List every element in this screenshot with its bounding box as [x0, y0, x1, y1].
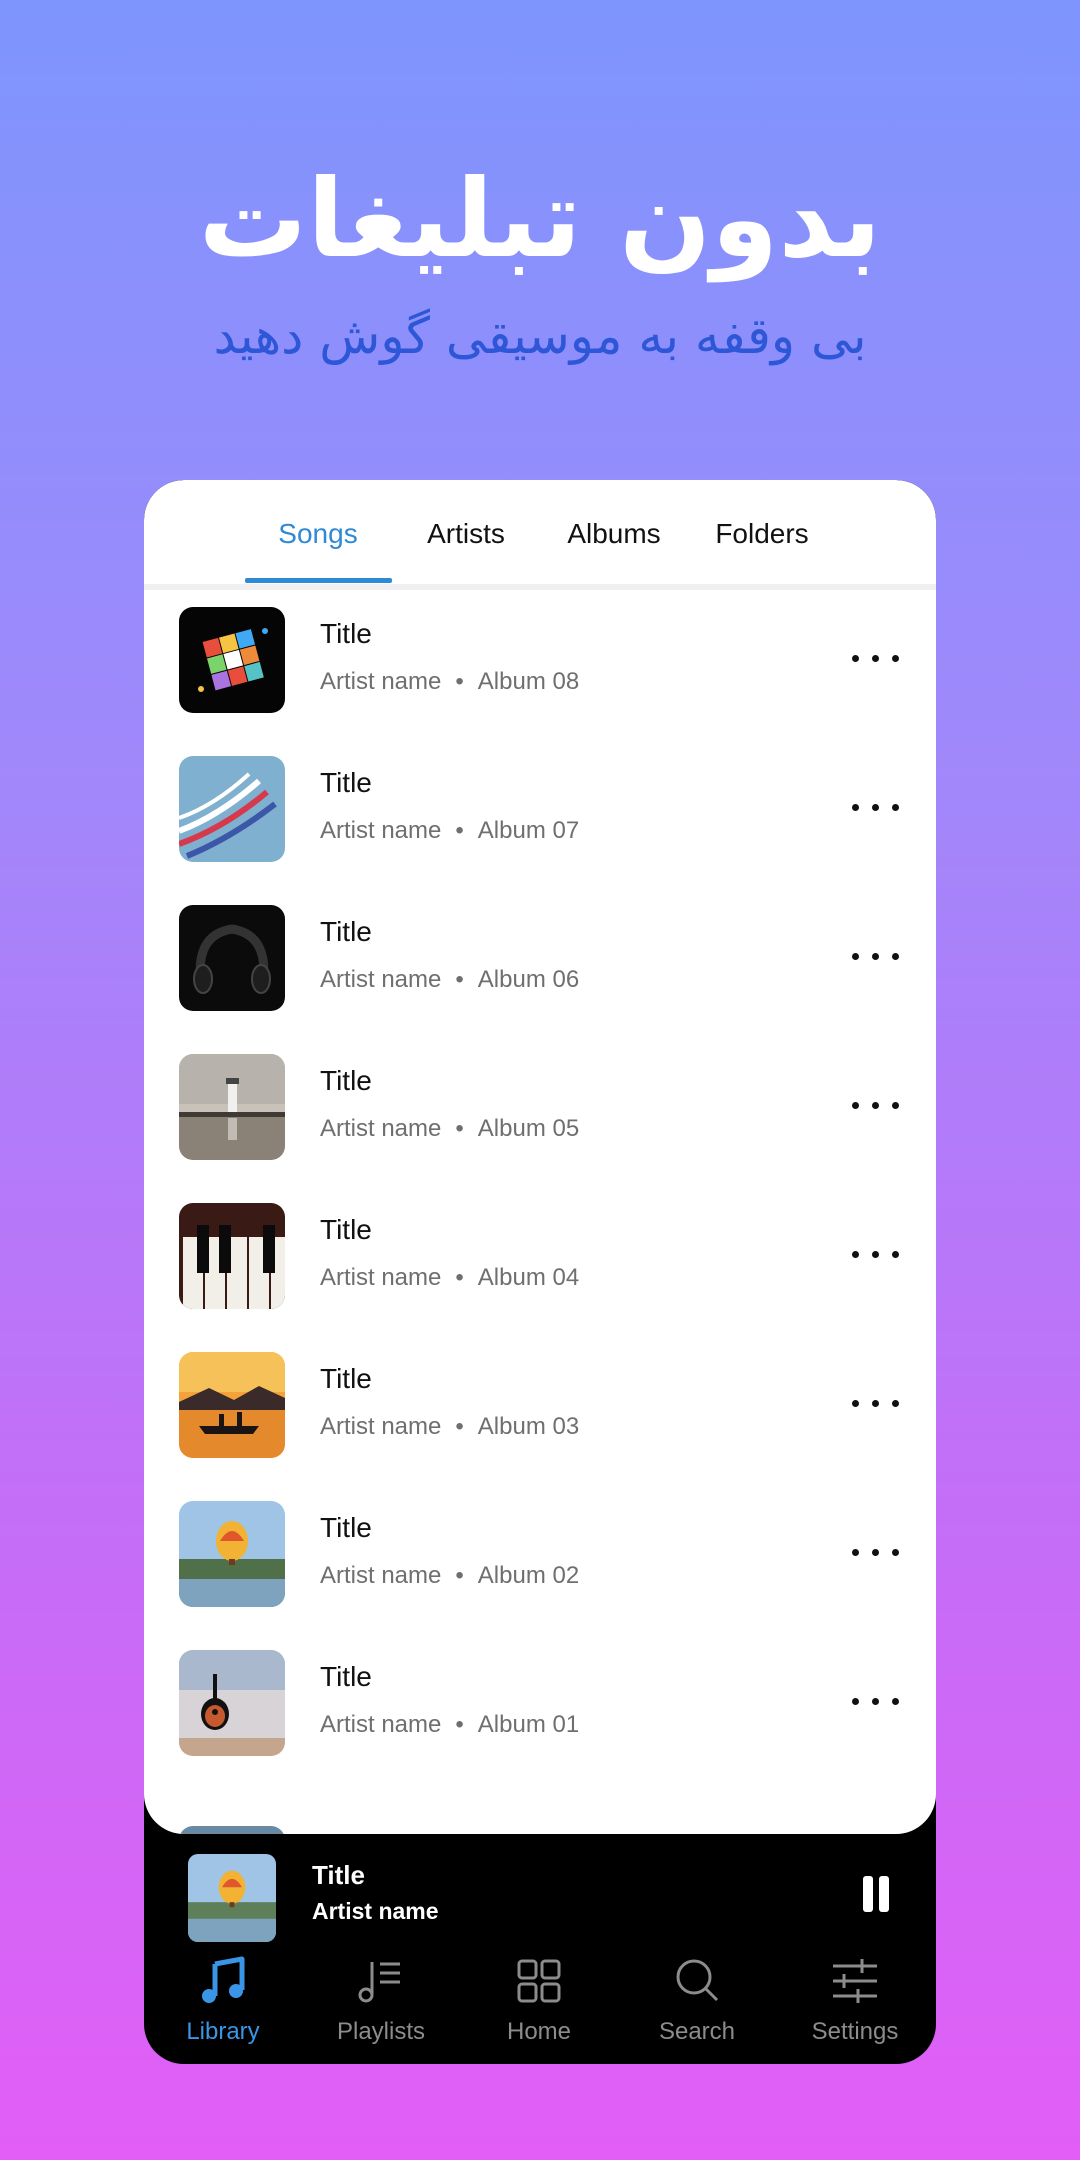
song-artist: Artist name [320, 966, 442, 993]
search-icon [676, 1959, 719, 2002]
album-artwork [179, 607, 285, 713]
tab-albums[interactable]: Albums [540, 480, 688, 584]
song-title: Title [320, 767, 372, 798]
song-title: Title [320, 618, 372, 649]
song-artist: Artist name [320, 1562, 442, 1589]
meta-separator: • [455, 1413, 464, 1440]
tab-bar: Songs Artists Albums Folders [144, 480, 936, 590]
album-artwork [179, 1054, 285, 1160]
album-artwork [179, 905, 285, 1011]
album-artwork [179, 1352, 285, 1458]
song-album: Album 05 [477, 1115, 580, 1142]
app-frame: Songs Artists Albums Folders Title Artist… [144, 480, 936, 2064]
pause-button[interactable] [859, 1876, 893, 1916]
song-meta: Artist name • Album 07 [320, 817, 579, 845]
album-artwork [179, 1650, 285, 1756]
song-row[interactable]: Title Artist name • Album 04 [144, 1186, 936, 1336]
album-artwork [179, 1203, 285, 1309]
library-panel: Songs Artists Albums Folders Title Artist… [144, 480, 936, 1834]
playlist-icon [358, 1962, 400, 2003]
song-album: Album 08 [477, 668, 580, 695]
nav-home-label: Home [506, 2018, 572, 2045]
song-artist: Artist name [320, 1115, 442, 1142]
song-meta: Artist name • Album 05 [320, 1115, 579, 1143]
meta-separator: • [455, 668, 464, 695]
more-options-icon[interactable] [852, 1388, 902, 1418]
grid-icon [517, 1959, 561, 2003]
nav-search[interactable]: Search [618, 1946, 776, 2064]
song-album: Album 02 [477, 1562, 580, 1589]
song-artist: Artist name [320, 1413, 442, 1440]
meta-separator: • [455, 1264, 464, 1291]
meta-separator: • [455, 817, 464, 844]
next-song-thumb-partial [179, 1826, 285, 1834]
song-artist: Artist name [320, 1264, 442, 1291]
now-playing-title: Title [312, 1860, 365, 1890]
meta-separator: • [455, 966, 464, 993]
nav-library[interactable]: Library [144, 1946, 302, 2064]
song-album: Album 07 [477, 817, 580, 844]
album-artwork [179, 1501, 285, 1607]
active-tab-indicator [245, 578, 392, 583]
hero-title: بدون تبلیغات [198, 157, 882, 282]
song-title: Title [320, 1512, 372, 1543]
meta-separator: • [455, 1562, 464, 1589]
hero-subtitle: بی وقفه به موسیقی گوش دهید [213, 307, 867, 365]
tab-songs[interactable]: Songs [244, 480, 392, 584]
more-options-icon[interactable] [852, 1239, 902, 1269]
sliders-icon [833, 1959, 877, 2003]
more-options-icon[interactable] [852, 941, 902, 971]
mini-player[interactable]: Title Artist name [144, 1834, 936, 1946]
music-note-icon [202, 1956, 245, 2003]
song-title: Title [320, 1214, 372, 1245]
song-album: Album 01 [477, 1711, 580, 1738]
now-playing-artist: Artist name [312, 1898, 439, 1924]
song-meta: Artist name • Album 01 [320, 1711, 579, 1739]
song-album: Album 03 [477, 1413, 580, 1440]
song-meta: Artist name • Album 06 [320, 966, 579, 994]
more-options-icon[interactable] [852, 1090, 902, 1120]
song-meta: Artist name • Album 04 [320, 1264, 579, 1292]
song-row[interactable]: Title Artist name • Album 02 [144, 1484, 936, 1634]
meta-separator: • [455, 1711, 464, 1738]
nav-library-label: Library [186, 2018, 260, 2045]
bottom-navigation: Library Playlists Home Search Settings [144, 1946, 936, 2064]
song-meta: Artist name • Album 02 [320, 1562, 579, 1590]
song-album: Album 06 [477, 966, 580, 993]
meta-separator: • [455, 1115, 464, 1142]
song-artist: Artist name [320, 817, 442, 844]
song-title: Title [320, 916, 372, 947]
song-album: Album 04 [477, 1264, 580, 1291]
song-row[interactable]: Title Artist name • Album 05 [144, 1037, 936, 1187]
nav-playlists[interactable]: Playlists [302, 1946, 460, 2064]
tab-folders[interactable]: Folders [688, 480, 836, 584]
nav-search-label: Search [658, 2018, 736, 2045]
tab-artists[interactable]: Artists [392, 480, 540, 584]
song-meta: Artist name • Album 03 [320, 1413, 579, 1441]
nav-settings[interactable]: Settings [776, 1946, 934, 2064]
more-options-icon[interactable] [852, 643, 902, 673]
nav-settings-label: Settings [811, 2018, 899, 2045]
now-playing-artwork [188, 1854, 276, 1942]
more-options-icon[interactable] [852, 792, 902, 822]
song-artist: Artist name [320, 1711, 442, 1738]
song-artist: Artist name [320, 668, 442, 695]
song-row[interactable]: Title Artist name • Album 06 [144, 888, 936, 1038]
song-meta: Artist name • Album 08 [320, 668, 579, 696]
song-title: Title [320, 1661, 372, 1692]
nav-home[interactable]: Home [460, 1946, 618, 2064]
album-artwork [179, 756, 285, 862]
nav-playlists-label: Playlists [336, 2018, 426, 2045]
more-options-icon[interactable] [852, 1537, 902, 1567]
song-row[interactable]: Title Artist name • Album 08 [144, 590, 936, 740]
song-title: Title [320, 1065, 372, 1096]
song-row[interactable]: Title Artist name • Album 03 [144, 1335, 936, 1485]
song-row[interactable]: Title Artist name • Album 07 [144, 739, 936, 889]
more-options-icon[interactable] [852, 1686, 902, 1716]
song-title: Title [320, 1363, 372, 1394]
song-row[interactable]: Title Artist name • Album 01 [144, 1633, 936, 1783]
